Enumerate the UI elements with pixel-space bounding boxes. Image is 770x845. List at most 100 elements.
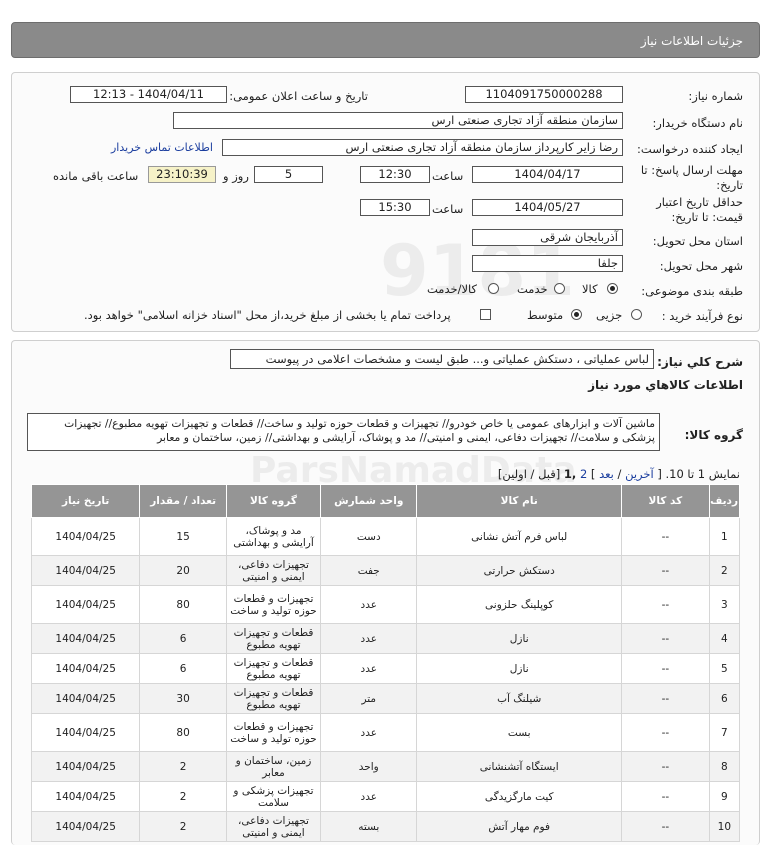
pagination-last-link[interactable]: آخرین — [625, 467, 654, 481]
cell-item-group: قطعات و تجهیزات تهویه مطبوع — [225, 683, 322, 714]
pagination-next-link[interactable]: بعد — [599, 467, 614, 481]
province-label: استان محل تحویل: — [652, 234, 743, 248]
cell-unit: عدد — [320, 781, 418, 812]
cell-quantity: 2 — [139, 781, 227, 812]
cell-row-number: 7 — [708, 713, 741, 752]
cell-need-date: 1404/04/25 — [30, 653, 141, 684]
remaining-label: ساعت باقی مانده — [53, 169, 139, 183]
process-radio-minor[interactable] — [631, 309, 642, 320]
deadline-label-1: مهلت ارسال پاسخ: تا — [640, 163, 743, 177]
cell-item-name: شیلنگ آب — [416, 683, 623, 714]
category-radio-goods-service[interactable] — [488, 283, 499, 294]
process-option-medium: متوسط — [527, 308, 564, 322]
cell-need-date: 1404/04/25 — [30, 713, 141, 752]
pagination: نمایش 1 تا 10. [ آخرین / بعد ] 2 ,1 [قبل… — [498, 467, 740, 481]
deadline-time-field: 12:30 — [360, 166, 430, 183]
cell-need-date: 1404/04/25 — [30, 751, 141, 782]
payment-note: پرداخت تمام یا بخشی از مبلغ خرید،از محل … — [84, 308, 451, 322]
description-field: لباس عملیاتی ، دستکش عملیاتی و... طبق لی… — [230, 349, 654, 369]
cell-item-name: بست — [416, 713, 623, 752]
validity-label-1: حداقل تاریخ اعتبار — [656, 195, 743, 209]
header-item-group: گروه کالا — [225, 484, 322, 518]
validity-time-field: 15:30 — [360, 199, 430, 216]
cell-quantity: 80 — [139, 713, 227, 752]
cell-need-date: 1404/04/25 — [30, 585, 141, 624]
header-need-date: تاریخ نیاز — [30, 484, 141, 518]
cell-item-name: نازل — [416, 653, 623, 684]
cell-item-code: -- — [621, 623, 710, 654]
table-row: 9 -- کیت مارگزیدگی عدد تجهیزات پزشکی و سلامت… — [30, 781, 741, 812]
category-radio-service[interactable] — [554, 283, 565, 294]
goods-group-label: گروه کالا: — [684, 428, 743, 442]
cell-need-date: 1404/04/25 — [30, 781, 141, 812]
cell-unit: واحد — [320, 751, 418, 782]
cell-item-code: -- — [621, 517, 710, 556]
cell-quantity: 30 — [139, 683, 227, 714]
cell-need-date: 1404/04/25 — [30, 811, 141, 842]
cell-item-group: قطعات و تجهیزات تهویه مطبوع — [225, 623, 322, 654]
table-row: 2 -- دستکش حرارتی جفت تجهیزات دفاعی، ایمنی و… — [30, 555, 741, 586]
header-item-name: نام کالا — [416, 484, 623, 518]
pagination-page-1: ,1 — [563, 467, 577, 481]
category-radio-goods[interactable] — [607, 283, 618, 294]
remaining-timer: 23:10:39 — [148, 166, 216, 183]
treasury-payment-checkbox[interactable] — [480, 309, 491, 320]
cell-item-code: -- — [621, 555, 710, 586]
creator-field: رضا زایر کارپرداز سازمان منطقه آزاد تجار… — [222, 139, 623, 156]
table-row: 1 -- لباس فرم آتش نشانی دست مد و پوشاک، آرای… — [30, 517, 741, 556]
cell-unit: عدد — [320, 623, 418, 654]
goods-table: ردیف کد کالا نام کالا واحد شمارش گروه کا… — [30, 484, 741, 842]
validity-time-label: ساعت — [432, 202, 464, 216]
table-header-row: ردیف کد کالا نام کالا واحد شمارش گروه کا… — [30, 484, 741, 518]
need-number-field: 1104091750000288 — [465, 86, 623, 103]
table-body: 1 -- لباس فرم آتش نشانی دست مد و پوشاک، آرای… — [30, 517, 741, 842]
city-label: شهر محل تحویل: — [659, 259, 743, 273]
cell-unit: عدد — [320, 653, 418, 684]
category-option-goods-service: کالا/خدمت — [427, 282, 478, 296]
cell-quantity: 2 — [139, 751, 227, 782]
pagination-close: ] — [590, 467, 596, 481]
announce-field: 1404/04/11 - 12:13 — [70, 86, 227, 103]
cell-unit: عدد — [320, 585, 418, 624]
deadline-date-field: 1404/04/17 — [472, 166, 623, 183]
cell-item-group: تجهیزات و قطعات حوزه تولید و ساخت — [225, 713, 322, 752]
city-field: جلفا — [472, 255, 623, 272]
table-row: 10 -- فوم مهار آتش بسته تجهیزات دفاعی، ایمنی… — [30, 811, 741, 842]
category-option-service: خدمت — [517, 282, 548, 296]
cell-row-number: 2 — [708, 555, 741, 586]
pagination-prev-first: [قبل / اولین] — [497, 467, 561, 481]
cell-need-date: 1404/04/25 — [30, 683, 141, 714]
cell-unit: دست — [320, 517, 418, 556]
process-radio-medium[interactable] — [571, 309, 582, 320]
cell-item-name: کوپلینگ حلزونی — [416, 585, 623, 624]
goods-group-field: ماشین آلات و ابزارهای عمومی یا خاص خودرو… — [27, 413, 660, 451]
category-option-goods: کالا — [582, 282, 598, 296]
table-row: 5 -- نازل عدد قطعات و تجهیزات تهویه مطبوع 6 14… — [30, 653, 741, 684]
page-title: جزئیات اطلاعات نیاز — [640, 34, 743, 48]
cell-need-date: 1404/04/25 — [30, 623, 141, 654]
buyer-contact-link[interactable]: اطلاعات تماس خریدار — [111, 141, 213, 154]
process-option-minor: جزیی — [596, 308, 623, 322]
buyer-label: نام دستگاه خریدار: — [652, 116, 743, 130]
table-row: 7 -- بست عدد تجهیزات و قطعات حوزه تولید و سا… — [30, 713, 741, 752]
pagination-page-2[interactable]: 2 — [580, 467, 587, 481]
cell-quantity: 80 — [139, 585, 227, 624]
cell-need-date: 1404/04/25 — [30, 517, 141, 556]
cell-item-code: -- — [621, 683, 710, 714]
cell-quantity: 6 — [139, 653, 227, 684]
announce-label: تاریخ و ساعت اعلان عمومی: — [229, 89, 368, 103]
cell-item-group: تجهیزات پزشکی و سلامت — [225, 781, 322, 812]
cell-row-number: 10 — [708, 811, 741, 842]
creator-label: ایجاد کننده درخواست: — [637, 142, 743, 156]
cell-item-group: مد و پوشاک، آرایشی و بهداشتی — [225, 517, 322, 556]
cell-item-name: نازل — [416, 623, 623, 654]
cell-unit: جفت — [320, 555, 418, 586]
province-field: آذربایجان شرقی — [472, 229, 623, 246]
cell-quantity: 15 — [139, 517, 227, 556]
validity-label-2: قیمت: تا تاریخ: — [671, 210, 743, 224]
cell-item-code: -- — [621, 653, 710, 684]
cell-item-group: تجهیزات دفاعی، ایمنی و امنیتی — [225, 555, 322, 586]
validity-date-field: 1404/05/27 — [472, 199, 623, 216]
deadline-time-label: ساعت — [432, 169, 464, 183]
cell-row-number: 6 — [708, 683, 741, 714]
